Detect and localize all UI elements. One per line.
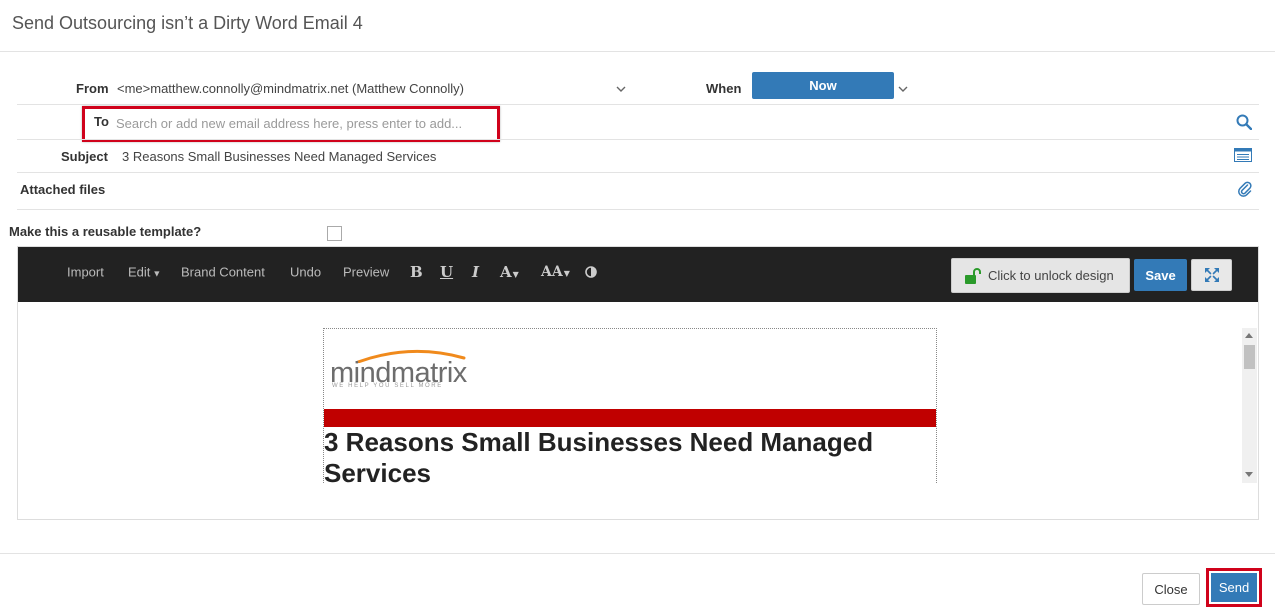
scroll-down-icon[interactable] — [1245, 472, 1253, 477]
from-label: From — [76, 81, 109, 96]
caret-down-icon: ▼ — [563, 268, 570, 278]
send-highlight-box: Send — [1206, 568, 1262, 607]
chevron-down-icon[interactable] — [615, 83, 627, 95]
search-icon[interactable] — [1236, 114, 1252, 130]
italic-button[interactable]: I — [472, 263, 479, 281]
template-label: Make this a reusable template? — [9, 224, 202, 239]
email-headline: 3 Reasons Small Businesses Need Managed … — [324, 427, 874, 483]
preview-button[interactable]: Preview — [343, 265, 389, 280]
font-color-button[interactable]: A▼ — [500, 263, 519, 281]
unlock-design-label: Click to unlock design — [988, 268, 1114, 283]
expand-icon — [1204, 268, 1219, 282]
logo-tagline: WE HELP YOU SELL MORE — [332, 383, 443, 389]
title-divider — [0, 51, 1275, 52]
row-divider — [17, 172, 1259, 173]
brand-content-menu[interactable]: Brand Content — [181, 265, 265, 280]
when-button[interactable]: Now — [752, 72, 894, 99]
paperclip-icon[interactable] — [1238, 181, 1252, 197]
subject-label: Subject — [61, 149, 108, 164]
chevron-down-icon[interactable] — [897, 83, 909, 95]
font-size-button[interactable]: AA▼ — [541, 264, 570, 280]
attached-files-label: Attached files — [20, 182, 106, 197]
fullscreen-button[interactable] — [1191, 259, 1232, 291]
scroll-thumb[interactable] — [1244, 345, 1255, 369]
subject-field[interactable]: 3 Reasons Small Businesses Need Managed … — [122, 149, 436, 164]
to-label: To — [94, 114, 109, 129]
contrast-icon[interactable] — [585, 266, 597, 278]
send-email-dialog: Send Outsourcing isn’t a Dirty Word Emai… — [0, 0, 1275, 608]
mindmatrix-logo: mindmatrix WE HELP YOU SELL MORE — [330, 343, 480, 395]
preview-scrollbar[interactable] — [1242, 328, 1257, 483]
edit-menu[interactable]: Edit ▼ — [128, 265, 161, 280]
import-menu[interactable]: Import — [67, 265, 104, 280]
unlock-icon — [965, 267, 981, 284]
row-divider — [17, 139, 1259, 140]
template-icon[interactable] — [1234, 148, 1252, 162]
from-select[interactable]: <me>matthew.connolly@mindmatrix.net (Mat… — [117, 81, 464, 96]
footer-divider — [0, 553, 1275, 554]
font-size-label: AA — [541, 264, 563, 280]
unlock-design-button[interactable]: Click to unlock design — [951, 258, 1130, 293]
font-color-label: A — [500, 263, 512, 281]
row-divider — [17, 104, 1259, 105]
template-checkbox[interactable] — [327, 226, 342, 241]
caret-down-icon: ▼ — [512, 269, 519, 279]
underline-button[interactable]: U — [440, 263, 453, 281]
edit-menu-label: Edit — [128, 264, 151, 280]
when-label: When — [706, 81, 742, 96]
header-banner — [324, 409, 936, 427]
email-preview[interactable]: mindmatrix WE HELP YOU SELL MORE 3 Reaso… — [323, 328, 937, 483]
bold-button[interactable]: B — [410, 263, 423, 281]
caret-down-icon: ▼ — [152, 268, 162, 279]
close-button[interactable]: Close — [1142, 573, 1200, 605]
undo-button[interactable]: Undo — [290, 265, 321, 280]
save-button[interactable]: Save — [1134, 259, 1187, 291]
send-button[interactable]: Send — [1211, 573, 1257, 602]
scroll-up-icon[interactable] — [1245, 333, 1253, 338]
dialog-title: Send Outsourcing isn’t a Dirty Word Emai… — [12, 13, 363, 33]
row-divider — [17, 209, 1259, 210]
to-input[interactable] — [116, 114, 494, 132]
